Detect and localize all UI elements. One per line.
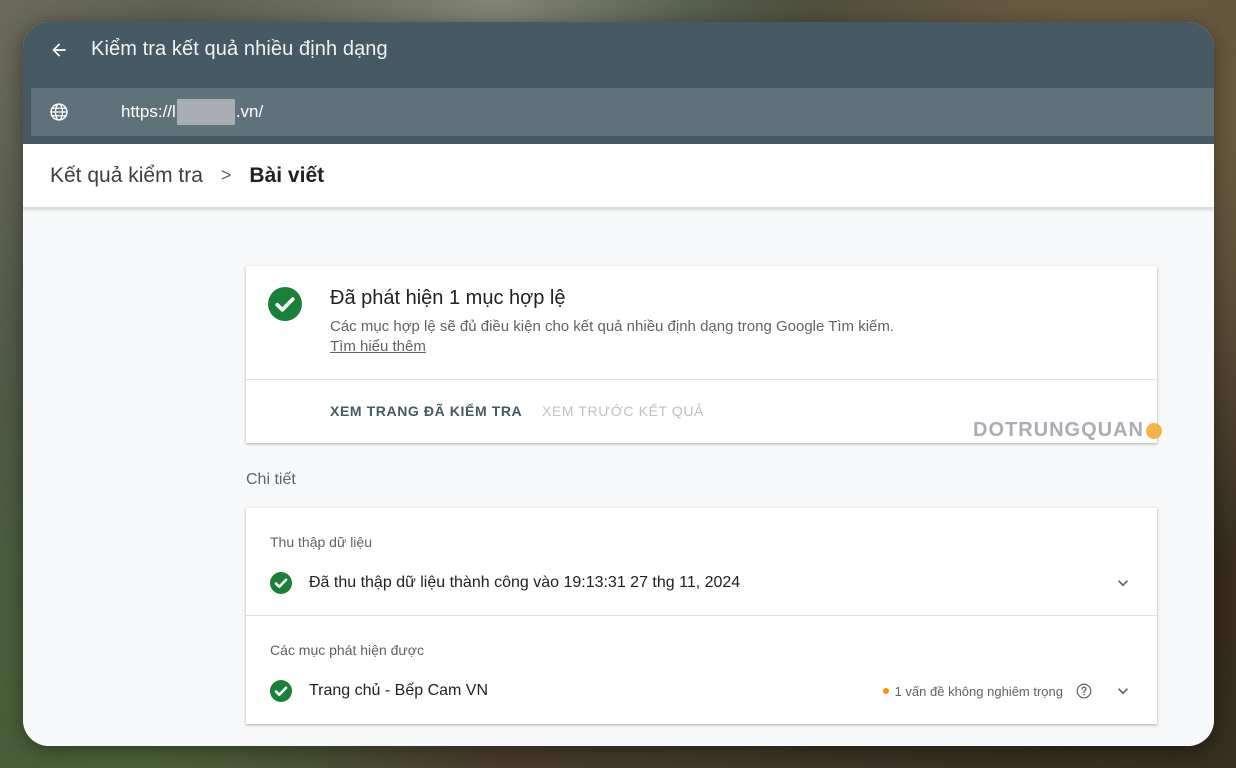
main-content: Đã phát hiện 1 mục hợp lệ Các mục hợp lệ…	[23, 208, 1214, 746]
back-arrow-icon[interactable]	[49, 40, 69, 60]
check-circle-icon	[268, 287, 302, 321]
warning-dot-icon	[882, 688, 889, 694]
details-label: Chi tiết	[246, 471, 296, 488]
detected-item-name: Trang chủ - Bếp Cam VN	[309, 682, 489, 699]
breadcrumb-current: Bài viết	[249, 163, 325, 187]
crawl-status: Đã thu thập dữ liệu thành công vào 19:13…	[309, 574, 741, 591]
tested-url: https://l .vn/	[121, 99, 263, 125]
issue-text: 1 vấn đề không nghiêm trọng	[894, 683, 1063, 699]
details-card: Thu thập dữ liệu Đã thu thập dữ liệu thà…	[246, 508, 1157, 724]
preview-result-button[interactable]: XEM TRƯỚC KẾT QUẢ	[542, 403, 704, 419]
detected-heading: Các mục phát hiện được	[270, 642, 424, 658]
summary-card: Đã phát hiện 1 mục hợp lệ Các mục hợp lệ…	[246, 266, 1162, 443]
redacted-domain	[176, 99, 235, 125]
app-window: Kiểm tra kết quả nhiều định dạng https:/…	[23, 22, 1214, 746]
divider	[246, 615, 1157, 616]
summary-description: Các mục hợp lệ sẽ đủ điều kiện cho kết q…	[330, 317, 900, 357]
url-bar: https://l .vn/	[31, 88, 1214, 136]
crawl-heading: Thu thập dữ liệu	[270, 534, 372, 550]
chevron-down-icon[interactable]	[1113, 681, 1133, 701]
divider	[246, 379, 1157, 380]
page-title: Kiểm tra kết quả nhiều định dạng	[91, 38, 388, 60]
chevron-down-icon[interactable]	[1113, 573, 1133, 593]
help-icon[interactable]	[1075, 682, 1093, 700]
url-prefix: https://l	[121, 102, 176, 121]
breadcrumb-separator: >	[220, 165, 232, 185]
globe-icon	[50, 103, 68, 121]
url-suffix: .vn/	[235, 102, 264, 121]
view-tested-page-button[interactable]: XEM TRANG ĐÃ KIỂM TRA	[330, 403, 522, 419]
issue-badge: 1 vấn đề không nghiêm trọng	[882, 682, 1093, 700]
detected-item-row[interactable]: Trang chủ - Bếp Cam VN 1 vấn đề không ng…	[270, 680, 1133, 702]
title-row: Kiểm tra kết quả nhiều định dạng	[23, 22, 1214, 77]
breadcrumb: Kết quả kiểm tra > Bài viết	[23, 144, 1214, 208]
check-circle-icon	[270, 680, 292, 702]
top-bar: Kiểm tra kết quả nhiều định dạng https:/…	[23, 22, 1214, 144]
summary-description-text: Các mục hợp lệ sẽ đủ điều kiện cho kết q…	[330, 318, 895, 335]
crawl-row[interactable]: Đã thu thập dữ liệu thành công vào 19:13…	[270, 572, 1133, 594]
learn-more-link[interactable]: Tìm hiểu thêm	[330, 338, 426, 355]
breadcrumb-parent[interactable]: Kết quả kiểm tra	[50, 164, 203, 188]
watermark-text: DOTRUNGQUAN	[973, 419, 1144, 441]
check-circle-icon	[270, 572, 292, 594]
watermark-badge	[1146, 422, 1162, 439]
summary-title: Đã phát hiện 1 mục hợp lệ	[330, 287, 566, 309]
watermark: DOTRUNGQUAN	[973, 419, 1162, 442]
